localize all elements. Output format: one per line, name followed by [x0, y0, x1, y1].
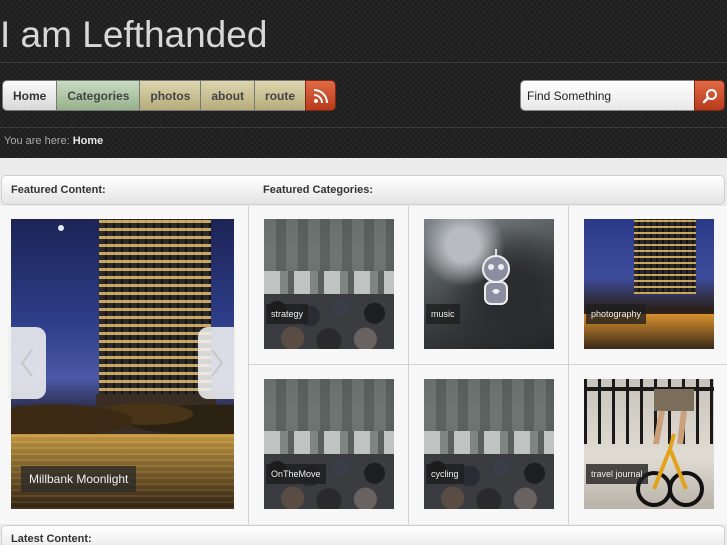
site-title[interactable]: I am Lefthanded [0, 14, 267, 56]
category-thumb-travel-journal[interactable]: travel journal [584, 379, 714, 509]
buildings-shape [264, 219, 394, 274]
search-input[interactable] [520, 80, 696, 111]
nav-about-tab[interactable]: about [200, 80, 255, 111]
cars-shape [264, 431, 394, 456]
nav-route-tab[interactable]: route [254, 80, 306, 111]
breadcrumb-divider [0, 127, 727, 128]
chevron-left-icon [20, 349, 33, 377]
header-divider [0, 62, 727, 63]
slide-caption[interactable]: Millbank Moonlight [21, 466, 137, 492]
category-label[interactable]: photography [586, 304, 647, 324]
rss-button[interactable] [305, 80, 337, 111]
tower-shape [634, 219, 696, 294]
category-label[interactable]: OnTheMove [266, 464, 326, 484]
category-thumb-music[interactable]: music [424, 219, 554, 349]
bicycle-icon [636, 389, 704, 507]
grid-divider [568, 206, 569, 524]
cars-shape [264, 271, 394, 296]
nav-categories-tab[interactable]: Categories [56, 80, 140, 111]
nav-home-tab[interactable]: Home [2, 80, 57, 111]
category-thumb-photography[interactable]: photography [584, 219, 714, 349]
category-label[interactable]: travel journal [586, 464, 648, 484]
category-label[interactable]: strategy [266, 304, 309, 324]
slider-prev-button[interactable] [8, 327, 46, 399]
grid-divider [249, 364, 727, 365]
breadcrumb-prefix: You are here: [4, 135, 70, 147]
chevron-right-icon [211, 349, 224, 377]
search-button[interactable] [694, 80, 725, 111]
category-thumb-cycling[interactable]: cycling [424, 379, 554, 509]
buildings-shape [264, 379, 394, 434]
main-nav: Home Categories photos about route [2, 80, 337, 111]
grid-divider [408, 206, 409, 524]
nav-photos-tab[interactable]: photos [139, 80, 201, 111]
robot-sticker-icon [482, 249, 510, 305]
rss-icon [313, 88, 328, 103]
grid-divider [248, 206, 249, 524]
search-icon [702, 88, 717, 103]
latest-content-heading: Latest Content: [11, 533, 92, 545]
category-label[interactable]: music [426, 304, 460, 324]
category-thumb-strategy[interactable]: strategy [264, 219, 394, 349]
slider-next-button[interactable] [198, 327, 236, 399]
breadcrumb: You are here: Home [4, 135, 103, 147]
buildings-shape [424, 379, 554, 434]
category-label[interactable]: cycling [426, 464, 464, 484]
breadcrumb-current[interactable]: Home [73, 135, 104, 147]
moon-shape [58, 225, 64, 231]
featured-content-heading: Featured Content: [11, 184, 106, 196]
cars-shape [424, 431, 554, 456]
category-thumb-onthemove[interactable]: OnTheMove [264, 379, 394, 509]
tower-shape [99, 219, 211, 399]
featured-categories-heading: Featured Categories: [263, 184, 374, 196]
latest-header-bar [1, 525, 725, 545]
